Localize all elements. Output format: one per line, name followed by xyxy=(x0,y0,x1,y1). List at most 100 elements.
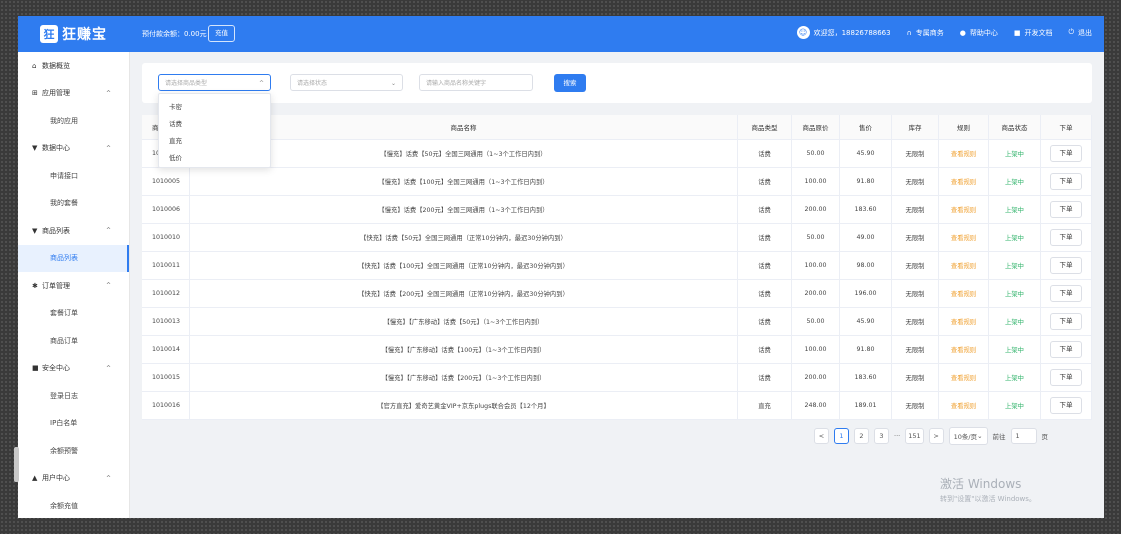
header-menu-item[interactable]: ● 帮助中心 xyxy=(960,28,998,38)
sidebar-item[interactable]: 我的套餐 xyxy=(18,190,129,218)
column-header: 售价 xyxy=(840,115,892,139)
sidebar-group[interactable]: ✱ 订单管理 ^ xyxy=(18,272,129,300)
cell-type: 话费 xyxy=(738,364,792,391)
table-row: 1010015 【慢充】【广东移动】话费【200元】（1~3个工作日内到） 话费 20… xyxy=(142,364,1092,392)
view-rules-link[interactable]: 查看规则 xyxy=(951,373,976,382)
cell-original: 100.00 xyxy=(792,168,840,195)
status-badge: 上架中 xyxy=(1005,403,1024,410)
cell-stock: 无限制 xyxy=(892,308,939,335)
cell-type: 话费 xyxy=(738,168,792,195)
dropdown-option[interactable]: 低价 xyxy=(159,150,270,167)
order-button[interactable]: 下单 xyxy=(1050,313,1082,330)
order-button[interactable]: 下单 xyxy=(1050,173,1082,190)
table-row: 1010012 【快充】话费【200元】全国三网通用（正常10分钟内，最迟30分钟… xyxy=(142,280,1092,308)
cell-action: 下单 xyxy=(1041,308,1092,335)
sidebar-item[interactable]: 套餐订单 xyxy=(18,300,129,328)
filter-bar: 请选择商品类型 ^ 请选择状态 ⌄ 请输入商品名称关键字 搜索 xyxy=(142,63,1092,103)
order-button[interactable]: 下单 xyxy=(1050,369,1082,386)
cell-price: 45.90 xyxy=(840,308,892,335)
doc-icon: ■ xyxy=(1013,28,1021,37)
order-button[interactable]: 下单 xyxy=(1050,201,1082,218)
page-button[interactable]: 2 xyxy=(854,428,869,444)
sidebar-item[interactable]: 我的应用 xyxy=(18,107,129,135)
sidebar-group[interactable]: ▲ 用户中心 ^ xyxy=(18,465,129,493)
view-rules-link[interactable]: 查看规则 xyxy=(951,177,976,186)
dropdown-option[interactable]: 直充 xyxy=(159,133,270,150)
sidebar-item[interactable]: 余额预警 xyxy=(18,437,129,465)
watermark-title: 激活 Windows xyxy=(940,477,1022,491)
status-select[interactable]: 请选择状态 ⌄ xyxy=(290,74,403,91)
app-window: 狂 狂赚宝 预付款余额：0.00元 充值 ☺ 欢迎您，18826788663 ∩… xyxy=(18,16,1104,518)
cell-rule: 查看规则 xyxy=(939,308,989,335)
cell-rule: 查看规则 xyxy=(939,140,989,167)
logo[interactable]: 狂 狂赚宝 xyxy=(40,23,107,45)
header-menu-item[interactable]: ⏻ 退出 xyxy=(1068,28,1092,38)
apps-icon: ⊞ xyxy=(32,89,38,98)
cell-action: 下单 xyxy=(1041,252,1092,279)
order-button[interactable]: 下单 xyxy=(1050,257,1082,274)
view-rules-link[interactable]: 查看规则 xyxy=(951,317,976,326)
sidebar-group-label: 订单管理 xyxy=(42,281,70,290)
status-badge: 上架中 xyxy=(1005,263,1024,270)
balance-label: 预付款余额：0.00元 xyxy=(142,30,207,38)
sidebar-item[interactable]: 商品订单 xyxy=(18,327,129,355)
order-button[interactable]: 下单 xyxy=(1050,229,1082,246)
prev-page-button[interactable]: < xyxy=(814,428,829,444)
sidebar-group[interactable]: ■ 安全中心 ^ xyxy=(18,355,129,383)
cell-type: 话费 xyxy=(738,196,792,223)
goto-input[interactable]: 1 xyxy=(1010,428,1037,444)
page-button[interactable]: 151 xyxy=(905,428,924,444)
view-rules-link[interactable]: 查看规则 xyxy=(951,233,976,242)
order-button[interactable]: 下单 xyxy=(1050,285,1082,302)
product-type-select[interactable]: 请选择商品类型 ^ xyxy=(158,74,271,91)
sidebar-item[interactable]: IP白名单 xyxy=(18,410,129,438)
column-header: 库存 xyxy=(892,115,939,139)
view-rules-link[interactable]: 查看规则 xyxy=(951,205,976,214)
sidebar-group[interactable]: ▼ 商品列表 ^ xyxy=(18,217,129,245)
sidebar-group[interactable]: ▼ 数据中心 ^ xyxy=(18,135,129,163)
chevron-up-icon: ^ xyxy=(258,80,264,87)
view-rules-link[interactable]: 查看规则 xyxy=(951,345,976,354)
table-header: 商品ID商品名称商品类型商品原价售价库存规则商品状态下单 xyxy=(142,115,1092,140)
order-button[interactable]: 下单 xyxy=(1050,397,1082,414)
page-size-select[interactable]: 10条/页 ⌄ xyxy=(948,427,988,445)
view-rules-link[interactable]: 查看规则 xyxy=(951,261,976,270)
sidebar-group[interactable]: ⊞ 应用管理 ^ xyxy=(18,80,129,108)
search-button[interactable]: 搜索 xyxy=(554,74,586,92)
cell-action: 下单 xyxy=(1041,224,1092,251)
page-button[interactable]: 1 xyxy=(834,428,849,444)
cell-price: 45.90 xyxy=(840,140,892,167)
sidebar-item[interactable]: 余额充值 xyxy=(18,492,129,518)
header-menu-item[interactable]: ■ 开发文档 xyxy=(1014,28,1053,38)
dropdown-option[interactable]: 话费 xyxy=(159,116,270,133)
cell-type: 话费 xyxy=(738,280,792,307)
cell-status: 上架中 xyxy=(989,140,1041,167)
cell-type: 话费 xyxy=(738,224,792,251)
cell-status: 上架中 xyxy=(989,252,1041,279)
header-menu-item[interactable]: ∩ 专属商务 xyxy=(907,28,944,38)
recharge-button[interactable]: 充值 xyxy=(208,25,235,42)
column-header: 商品状态 xyxy=(989,115,1041,139)
cell-id: 1010010 xyxy=(142,224,190,251)
sidebar-item[interactable]: 申请接口 xyxy=(18,162,129,190)
page-button[interactable]: 3 xyxy=(874,428,889,444)
order-button[interactable]: 下单 xyxy=(1050,145,1082,162)
next-page-button[interactable]: > xyxy=(928,428,944,444)
cell-id: 1010012 xyxy=(142,280,190,307)
sidebar-item[interactable]: 登录日志 xyxy=(18,382,129,410)
view-rules-link[interactable]: 查看规则 xyxy=(951,149,976,158)
view-rules-link[interactable]: 查看规则 xyxy=(951,401,976,410)
header-menu-label: 退出 xyxy=(1078,28,1092,37)
order-button[interactable]: 下单 xyxy=(1050,341,1082,358)
sidebar-item[interactable]: 商品列表 xyxy=(18,244,129,272)
view-rules-link[interactable]: 查看规则 xyxy=(951,289,976,298)
sidebar-group[interactable]: ⌂ 数据概览 xyxy=(18,52,129,80)
page-size-value: 10条/页 xyxy=(953,433,978,441)
dropdown-option[interactable]: 卡密 xyxy=(159,99,270,116)
sidebar-group-label: 商品列表 xyxy=(42,226,70,235)
cell-stock: 无限制 xyxy=(892,392,939,419)
keyword-input[interactable]: 请输入商品名称关键字 xyxy=(419,74,533,91)
cell-action: 下单 xyxy=(1041,364,1092,391)
sidebar-group-label: 安全中心 xyxy=(42,364,70,373)
user-welcome[interactable]: ☺ 欢迎您，18826788663 xyxy=(796,26,891,39)
